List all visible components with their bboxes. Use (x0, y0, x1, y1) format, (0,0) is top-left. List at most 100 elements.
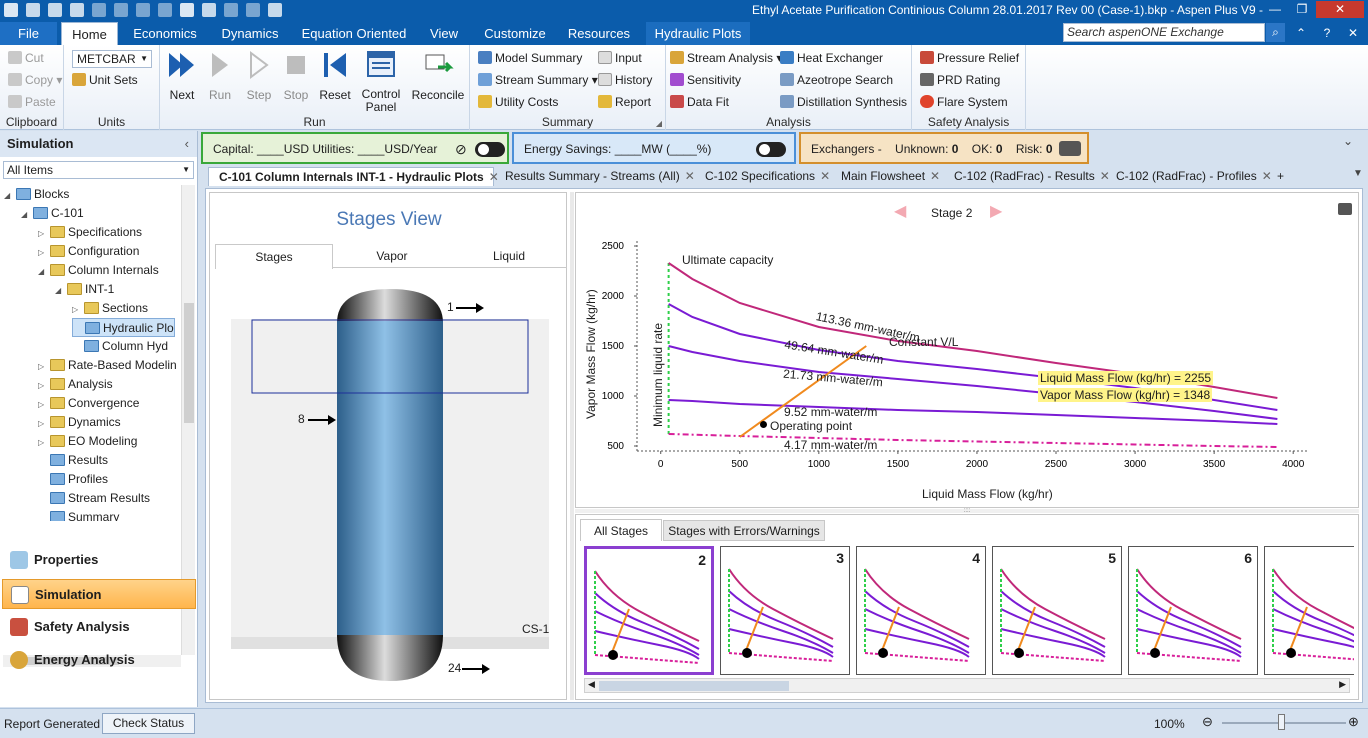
doc-tab-c102-profiles[interactable]: C-102 (RadFrac) - Profiles ✕ (1106, 167, 1272, 186)
run-button[interactable]: Run (204, 49, 236, 102)
tree-node[interactable]: Hydraulic Plo (72, 318, 175, 337)
scroll-thumb[interactable] (184, 303, 194, 423)
flare-system-button[interactable]: Flare System (920, 95, 1008, 109)
zoom-in-icon[interactable]: ⊕ (1348, 714, 1359, 730)
expander-icon[interactable]: ◢ (21, 205, 33, 224)
doc-tab-main-flowsheet[interactable]: Main Flowsheet ✕ (831, 167, 943, 186)
tree-node[interactable]: ▷ Sections (72, 299, 148, 318)
tree-node[interactable]: ▷ Dynamics (38, 413, 121, 432)
scroll-left-icon[interactable]: ◀ (588, 679, 595, 690)
tree-node[interactable]: ◢ Column Internals (38, 261, 159, 280)
heat-exchanger-button[interactable]: Heat Exchanger (780, 51, 883, 65)
nav-energy-button[interactable]: Energy Analysis (2, 645, 196, 675)
refresh-icon[interactable] (136, 3, 150, 17)
stage-thumbnail[interactable]: 2 (584, 546, 714, 675)
tree-node[interactable]: Profiles (38, 470, 108, 489)
stage-thumbnail[interactable]: 6 (1128, 546, 1258, 675)
stage-thumbnail[interactable]: 5 (992, 546, 1122, 675)
expander-icon[interactable]: ▷ (38, 414, 50, 433)
restore-button[interactable]: ❐ (1289, 1, 1315, 18)
nav-properties-button[interactable]: Properties (2, 545, 196, 575)
minimize-button[interactable]: — (1262, 1, 1288, 18)
stage-thumbnail[interactable]: 3 (720, 546, 850, 675)
stream-summary-button[interactable]: Stream Summary ▾ (478, 73, 598, 87)
new-icon[interactable] (26, 3, 40, 17)
cut-button[interactable]: Cut (8, 51, 44, 65)
expander-icon[interactable]: ▷ (38, 243, 50, 262)
help-icon[interactable]: ? (1314, 25, 1340, 42)
vertical-splitter[interactable] (570, 192, 574, 700)
unit-set-select[interactable]: METCBAR ▼ (72, 50, 152, 68)
search-icon[interactable]: ⌕ (1266, 23, 1285, 42)
stage-thumbnail[interactable] (1264, 546, 1354, 675)
tab-hydraulic-plots[interactable]: Hydraulic Plots (646, 22, 750, 45)
utility-costs-button[interactable]: Utility Costs (478, 95, 558, 109)
zoom-out-icon[interactable]: ⊖ (1202, 714, 1213, 730)
tree-node[interactable]: Column Hyd (72, 337, 168, 356)
close-tab-icon[interactable]: ✕ (1262, 169, 1272, 183)
data-fit-button[interactable]: Data Fit (670, 95, 729, 109)
input-button[interactable]: Input (598, 51, 642, 65)
close-tab-icon[interactable]: ✕ (685, 169, 695, 183)
report-button[interactable]: Report (598, 95, 651, 109)
tab-resources[interactable]: Resources (562, 22, 636, 45)
tab-stages-errors[interactable]: Stages with Errors/Warnings (663, 520, 825, 541)
nav-safety-button[interactable]: Safety Analysis (2, 612, 196, 642)
tree-node[interactable]: ◢ Blocks (4, 185, 69, 204)
close-tab-icon[interactable]: ✕ (820, 169, 830, 183)
tree-node[interactable]: ◢ INT-1 (55, 280, 114, 299)
chevron-up-icon[interactable]: ⌃ (1288, 25, 1314, 42)
open-icon[interactable] (48, 3, 62, 17)
expander-icon[interactable]: ▷ (38, 376, 50, 395)
copy-button[interactable]: Copy ▾ (8, 73, 62, 87)
expander-icon[interactable]: ▷ (38, 395, 50, 414)
stop-button[interactable]: Stop (280, 49, 312, 102)
tree-node[interactable]: ▷ Configuration (38, 242, 139, 261)
nav-filter-select[interactable]: All Items ▼ (3, 161, 194, 179)
reset-qa-icon[interactable] (268, 3, 282, 17)
collapse-icon[interactable]: ‹ (185, 131, 189, 157)
redo-icon[interactable] (114, 3, 128, 17)
expander-icon[interactable]: ◢ (55, 281, 67, 300)
expander-icon[interactable]: ▷ (38, 357, 50, 376)
play-icon[interactable] (224, 3, 238, 17)
tab-file[interactable]: File (0, 22, 57, 45)
tree-node[interactable]: ▷ Specifications (38, 223, 142, 242)
tab-economics[interactable]: Economics (126, 22, 204, 45)
check-status-button[interactable]: Check Status (102, 713, 195, 734)
close-button[interactable]: ✕ (1316, 1, 1364, 18)
prd-rating-button[interactable]: PRD Rating (920, 73, 1000, 87)
azeotrope-button[interactable]: Azeotrope Search (780, 73, 893, 87)
paste-button[interactable]: Paste (8, 95, 56, 109)
tree-node[interactable]: ◢ C-101 (21, 204, 84, 223)
thumbnail-scrollbar[interactable]: ◀ ▶ (584, 678, 1350, 693)
stop-qa-icon[interactable] (246, 3, 260, 17)
doc-tab-hydraulic-plots[interactable]: C-101 Column Internals INT-1 - Hydraulic… (208, 167, 499, 186)
energy-toggle[interactable] (756, 142, 786, 157)
stream-analysis-button[interactable]: Stream Analysis ▾ (670, 51, 782, 65)
exchanger-toggle[interactable] (1059, 141, 1081, 156)
unit-sets-button[interactable]: Unit Sets (72, 73, 138, 87)
search-input[interactable]: Search aspenONE Exchange (1063, 23, 1265, 42)
reset-button[interactable]: Reset (318, 49, 352, 102)
scroll-right-icon[interactable]: ▶ (1339, 679, 1346, 690)
next-button[interactable]: Next (164, 49, 200, 102)
tab-view[interactable]: View (420, 22, 468, 45)
doc-tab-c102-specs[interactable]: C-102 Specifications ✕ (695, 167, 831, 186)
history-button[interactable]: History (598, 73, 652, 87)
window-icon[interactable] (202, 3, 216, 17)
pressure-relief-button[interactable]: Pressure Relief (920, 51, 1019, 65)
model-summary-button[interactable]: Model Summary (478, 51, 582, 65)
control-panel-button[interactable]: Control Panel (358, 49, 404, 114)
reconcile-button[interactable]: Reconcile (410, 49, 466, 102)
tree-node[interactable]: ▷ EO Modeling (38, 432, 137, 451)
close-tab-icon[interactable]: ✕ (930, 169, 940, 183)
tree-node[interactable]: Stream Results (38, 489, 150, 508)
next-qa-icon[interactable] (180, 3, 194, 17)
tab-list-icon[interactable]: ▼ (1353, 168, 1363, 179)
distillation-synthesis-button[interactable]: Distillation Synthesis (780, 95, 907, 109)
sensitivity-button[interactable]: Sensitivity (670, 73, 741, 87)
save-icon[interactable] (70, 3, 84, 17)
tree-node[interactable]: ▷ Rate-Based Modelin (38, 356, 177, 375)
expander-icon[interactable]: ◢ (38, 262, 50, 281)
